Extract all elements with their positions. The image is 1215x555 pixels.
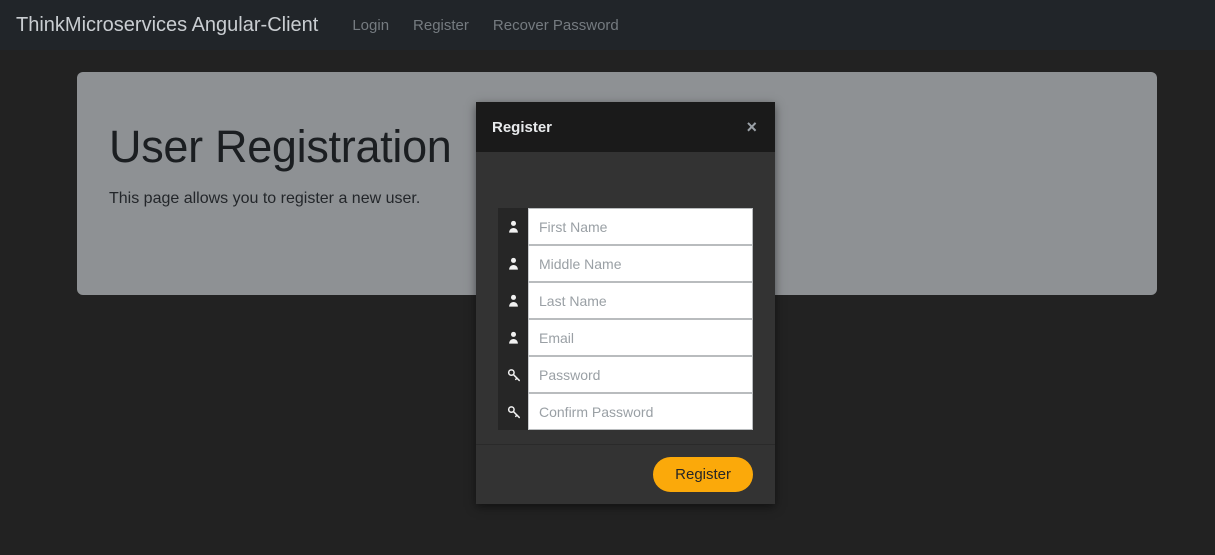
close-icon[interactable]: × [744, 118, 759, 136]
modal-header: Register × [476, 102, 775, 152]
user-icon [498, 282, 528, 319]
key-icon [498, 356, 528, 393]
password-field[interactable] [528, 356, 753, 393]
first-name-field[interactable] [528, 208, 753, 245]
modal-title: Register [492, 118, 553, 136]
nav-link-recover-password[interactable]: Recover Password [481, 10, 631, 41]
middle-name-field[interactable] [528, 245, 753, 282]
confirm-password-field[interactable] [528, 393, 753, 430]
modal-body [476, 152, 775, 444]
nav-link-login[interactable]: Login [340, 10, 401, 41]
navbar: ThinkMicroservices Angular-Client Login … [0, 0, 1215, 50]
email-field[interactable] [528, 319, 753, 356]
confirm-password-input-group [498, 393, 753, 430]
register-submit-button[interactable]: Register [653, 457, 753, 492]
user-icon [498, 208, 528, 245]
first-name-input-group [498, 208, 753, 245]
password-input-group [498, 356, 753, 393]
nav-link-register[interactable]: Register [401, 10, 481, 41]
middle-name-input-group [498, 245, 753, 282]
key-icon [498, 393, 528, 430]
email-input-group [498, 319, 753, 356]
navbar-nav: Login Register Recover Password [340, 10, 630, 41]
last-name-input-group [498, 282, 753, 319]
user-icon [498, 245, 528, 282]
navbar-brand[interactable]: ThinkMicroservices Angular-Client [16, 15, 318, 35]
user-icon [498, 319, 528, 356]
register-modal: Register × First Name Middle Name Last N… [476, 102, 775, 504]
modal-footer: Register [476, 444, 775, 504]
last-name-field[interactable] [528, 282, 753, 319]
